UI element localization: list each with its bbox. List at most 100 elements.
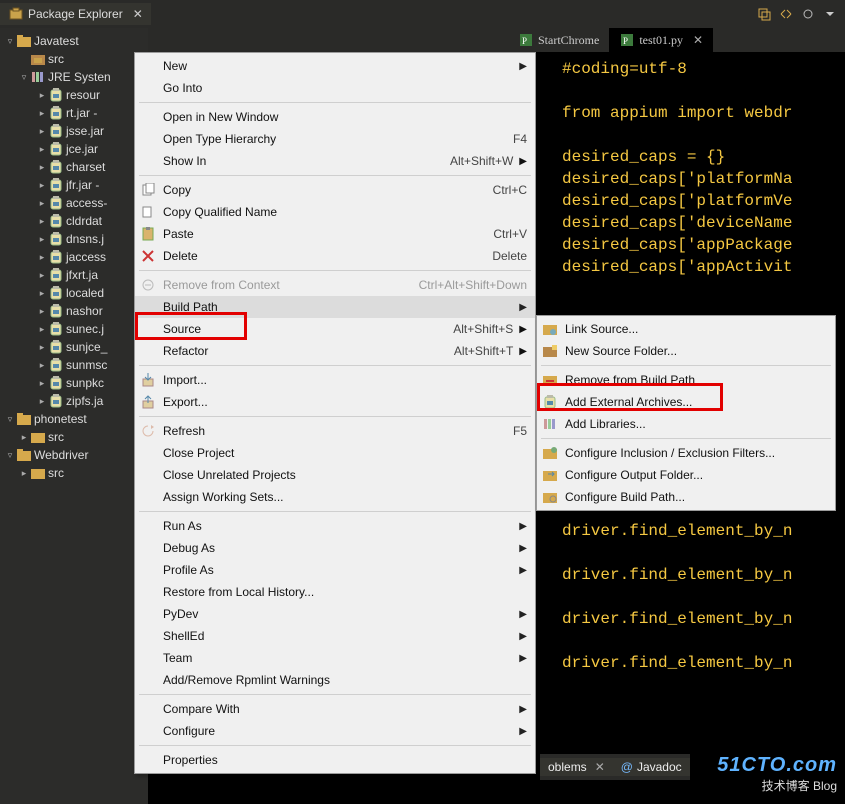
jar-icon xyxy=(48,285,64,301)
menu-remove-from-context[interactable]: Remove from ContextCtrl+Alt+Shift+Down xyxy=(135,274,535,296)
tree-jar[interactable]: ▸sunmsc xyxy=(0,356,148,374)
submenu-new-source-folder[interactable]: New Source Folder... xyxy=(537,340,835,362)
tree-jar[interactable]: ▸jce.jar xyxy=(0,140,148,158)
tree-jar[interactable]: ▸charset xyxy=(0,158,148,176)
tree-project[interactable]: ▿phonetest xyxy=(0,410,148,428)
tree-jar[interactable]: ▸cldrdat xyxy=(0,212,148,230)
menu-compare-with[interactable]: Compare With▶ xyxy=(135,698,535,720)
menu-refresh[interactable]: RefreshF5 xyxy=(135,420,535,442)
jar-icon xyxy=(48,195,64,211)
submenu-add-libraries[interactable]: Add Libraries... xyxy=(537,413,835,435)
link-editor-icon[interactable] xyxy=(777,5,795,23)
link-source-icon xyxy=(542,321,558,337)
build-path-icon xyxy=(542,489,558,505)
problems-tab[interactable]: oblems✕ xyxy=(540,758,613,776)
close-icon[interactable]: ✕ xyxy=(133,7,143,21)
new-source-folder-icon xyxy=(542,343,558,359)
submenu-configure-output[interactable]: Configure Output Folder... xyxy=(537,464,835,486)
menu-properties[interactable]: Properties xyxy=(135,749,535,771)
close-icon[interactable]: ✕ xyxy=(595,760,605,774)
menu-open-type-hierarchy[interactable]: Open Type HierarchyF4 xyxy=(135,128,535,150)
collapse-all-icon[interactable] xyxy=(755,5,773,23)
menu-rpmlint[interactable]: Add/Remove Rpmlint Warnings xyxy=(135,669,535,691)
menu-import[interactable]: Import... xyxy=(135,369,535,391)
menu-go-into[interactable]: Go Into xyxy=(135,77,535,99)
export-icon xyxy=(140,394,156,410)
focus-icon[interactable] xyxy=(799,5,817,23)
package-explorer-tab[interactable]: Package Explorer ✕ xyxy=(0,3,151,25)
menu-copy-qualified-name[interactable]: Copy Qualified Name xyxy=(135,201,535,223)
menu-export[interactable]: Export... xyxy=(135,391,535,413)
menu-build-path[interactable]: Build Path▶ xyxy=(135,296,535,318)
menu-paste[interactable]: PasteCtrl+V xyxy=(135,223,535,245)
menu-pydev[interactable]: PyDev▶ xyxy=(135,603,535,625)
menu-team[interactable]: Team▶ xyxy=(135,647,535,669)
tree-project[interactable]: ▿Webdriver xyxy=(0,446,148,464)
tree-jre[interactable]: ▿JRE Systen xyxy=(0,68,148,86)
tree-jar[interactable]: ▸zipfs.ja xyxy=(0,392,148,410)
tree-jar[interactable]: ▸rt.jar - xyxy=(0,104,148,122)
tree-jar[interactable]: ▸resour xyxy=(0,86,148,104)
menu-new[interactable]: New▶ xyxy=(135,55,535,77)
menu-profile-as[interactable]: Profile As▶ xyxy=(135,559,535,581)
svg-text:P: P xyxy=(623,36,628,46)
menu-copy[interactable]: CopyCtrl+C xyxy=(135,179,535,201)
menu-configure[interactable]: Configure▶ xyxy=(135,720,535,742)
tree-jar[interactable]: ▸jfxrt.ja xyxy=(0,266,148,284)
submenu-configure-filters[interactable]: Configure Inclusion / Exclusion Filters.… xyxy=(537,442,835,464)
menu-close-project[interactable]: Close Project xyxy=(135,442,535,464)
tree-jar[interactable]: ▸sunpkc xyxy=(0,374,148,392)
menu-shelled[interactable]: ShellEd▶ xyxy=(135,625,535,647)
editor-tab[interactable]: PStartChrome xyxy=(508,28,609,52)
menu-run-as[interactable]: Run As▶ xyxy=(135,515,535,537)
submenu-remove-build-path[interactable]: Remove from Build Path xyxy=(537,369,835,391)
tree-jar[interactable]: ▸sunjce_ xyxy=(0,338,148,356)
bottom-view-tabs: oblems✕ @Javadoc xyxy=(540,754,690,780)
refresh-icon xyxy=(140,423,156,439)
paste-icon xyxy=(140,226,156,242)
package-explorer[interactable]: ▿Javatest src ▿JRE Systen ▸resour▸rt.jar… xyxy=(0,28,148,804)
jar-icon xyxy=(48,357,64,373)
menu-show-in[interactable]: Show InAlt+Shift+W▶ xyxy=(135,150,535,172)
menu-close-unrelated[interactable]: Close Unrelated Projects xyxy=(135,464,535,486)
remove-icon xyxy=(542,372,558,388)
jar-icon xyxy=(48,177,64,193)
tree-jar[interactable]: ▸jsse.jar xyxy=(0,122,148,140)
submenu-add-external-archives[interactable]: Add External Archives... xyxy=(537,391,835,413)
python-file-icon: P xyxy=(619,32,635,48)
view-menu-icon[interactable] xyxy=(821,5,839,23)
submenu-link-source[interactable]: Link Source... xyxy=(537,318,835,340)
tree-jar[interactable]: ▸sunec.j xyxy=(0,320,148,338)
javadoc-tab[interactable]: @Javadoc xyxy=(613,758,690,776)
view-tab-bar: Package Explorer ✕ xyxy=(0,0,845,28)
folder-icon xyxy=(30,429,46,445)
jar-icon xyxy=(48,249,64,265)
submenu-configure-build-path[interactable]: Configure Build Path... xyxy=(537,486,835,508)
menu-restore-history[interactable]: Restore from Local History... xyxy=(135,581,535,603)
menu-refactor[interactable]: RefactorAlt+Shift+T▶ xyxy=(135,340,535,362)
tree-jar[interactable]: ▸dnsns.j xyxy=(0,230,148,248)
menu-open-new-window[interactable]: Open in New Window xyxy=(135,106,535,128)
jar-icon xyxy=(48,321,64,337)
tree-jar[interactable]: ▸localed xyxy=(0,284,148,302)
tree-src[interactable]: src xyxy=(0,50,148,68)
tree-jar[interactable]: ▸access- xyxy=(0,194,148,212)
menu-debug-as[interactable]: Debug As▶ xyxy=(135,537,535,559)
tree-jar[interactable]: ▸jfr.jar - xyxy=(0,176,148,194)
folder-icon xyxy=(30,465,46,481)
jar-icon xyxy=(48,159,64,175)
editor-tab-active[interactable]: Ptest01.py✕ xyxy=(609,28,713,52)
tree-src[interactable]: ▸src xyxy=(0,428,148,446)
editor-tab-bar: PStartChrome Ptest01.py✕ xyxy=(148,28,845,52)
menu-assign-working-sets[interactable]: Assign Working Sets... xyxy=(135,486,535,508)
tree-jar[interactable]: ▸nashor xyxy=(0,302,148,320)
package-folder-icon xyxy=(30,51,46,67)
tree-project[interactable]: ▿Javatest xyxy=(0,32,148,50)
tree-src[interactable]: ▸src xyxy=(0,464,148,482)
view-toolbar xyxy=(755,5,845,23)
tree-jar[interactable]: ▸jaccess xyxy=(0,248,148,266)
close-icon[interactable]: ✕ xyxy=(693,33,703,48)
menu-source[interactable]: SourceAlt+Shift+S▶ xyxy=(135,318,535,340)
package-explorer-tab-label: Package Explorer xyxy=(28,7,123,21)
menu-delete[interactable]: DeleteDelete xyxy=(135,245,535,267)
